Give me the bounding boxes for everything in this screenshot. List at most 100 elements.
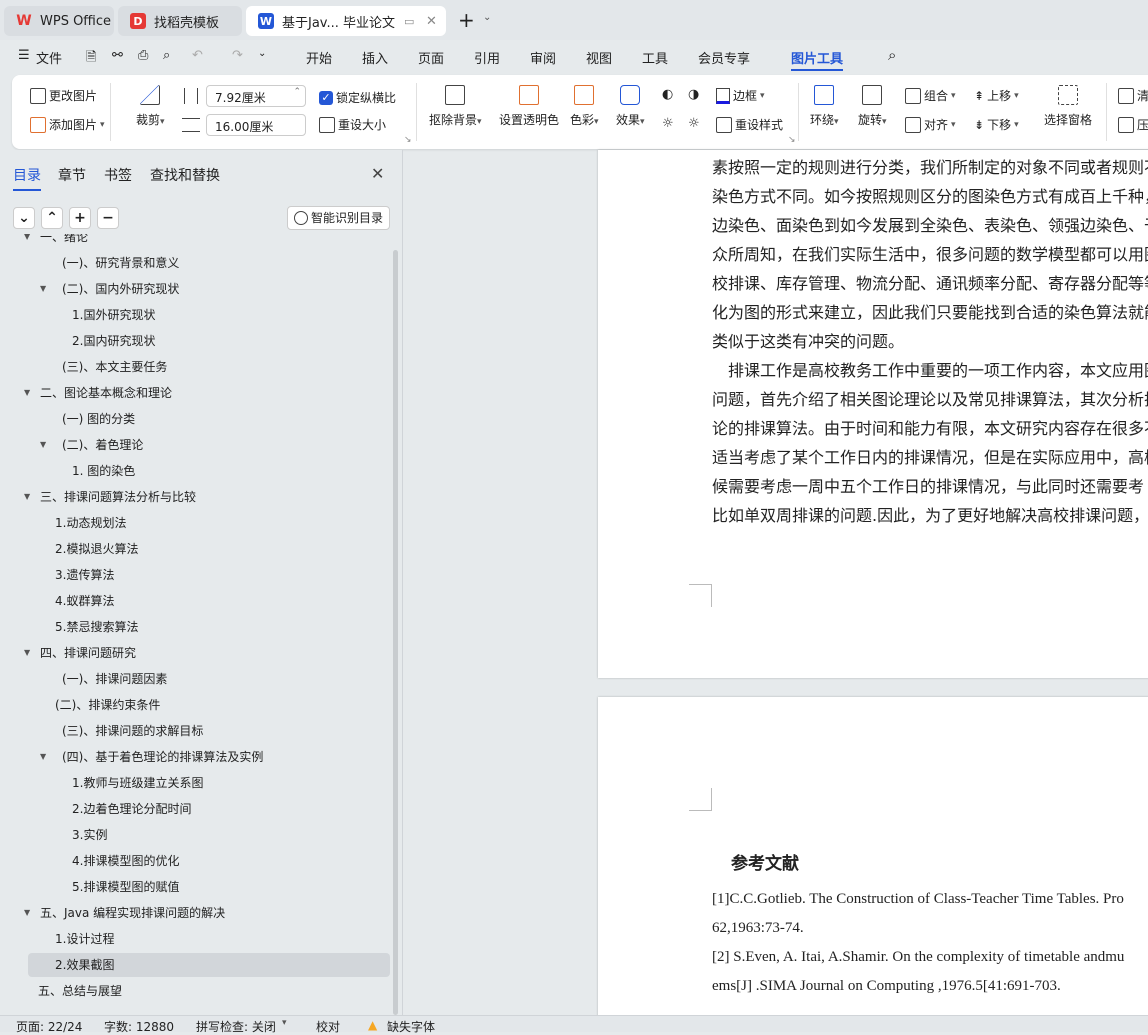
toc-item[interactable]: 1.国外研究现状 xyxy=(28,303,390,327)
expand-down-button[interactable]: ⌄ xyxy=(13,207,35,229)
toc-item[interactable]: 1.教师与班级建立关系图 xyxy=(28,771,390,795)
menu-1[interactable]: 插入 xyxy=(362,48,388,67)
print-icon[interactable]: ⎙ xyxy=(138,48,148,63)
expand-triangle-icon[interactable]: ▼ xyxy=(24,901,30,925)
toc-item[interactable]: (三)、本文主要任务 xyxy=(28,355,390,379)
expand-triangle-icon[interactable]: ▼ xyxy=(40,277,46,301)
menu-6[interactable]: 工具 xyxy=(642,48,668,67)
menu-7[interactable]: 会员专享 xyxy=(698,48,750,67)
tab-find-replace[interactable]: 查找和替换 xyxy=(150,165,220,185)
toc-item[interactable]: ▼ 一、绪论 xyxy=(24,234,390,249)
collapse-up-button[interactable]: ⌃ xyxy=(41,207,63,229)
bring-forward-button[interactable]: ⇞ 上移 ▾ xyxy=(974,87,1019,104)
document-page[interactable]: 素按照一定的规则进行分类，我们所制定的对象不同或者规则不 染色方式不同。如今按照规… xyxy=(598,150,1148,678)
toc-item[interactable]: (一)、研究背景和意义 xyxy=(28,251,390,275)
proofread-button[interactable]: 校对 xyxy=(316,1018,340,1035)
page-indicator[interactable]: 页面: 22/24 xyxy=(16,1018,82,1035)
compress-button[interactable]: 压 xyxy=(1118,116,1148,133)
change-picture-button[interactable]: 更改图片 xyxy=(30,87,97,104)
tab-wps-office[interactable]: W WPS Office xyxy=(4,6,114,36)
word-count[interactable]: 字数: 12880 xyxy=(104,1018,174,1035)
tab-toc[interactable]: 目录 xyxy=(13,165,41,191)
menu-8[interactable]: 图片工具 xyxy=(791,48,844,71)
tab-chapters[interactable]: 章节 xyxy=(58,165,86,185)
selection-pane-button[interactable]: 选择窗格 xyxy=(1044,85,1092,128)
search-icon[interactable]: ⌕ xyxy=(888,46,896,64)
dialog-launcher-icon[interactable]: ↘ xyxy=(404,135,412,145)
share-icon[interactable]: ⚯ xyxy=(112,48,123,63)
toc-item[interactable]: ▼ (二)、着色理论 xyxy=(28,433,390,457)
print-preview-icon[interactable]: ⌕ xyxy=(163,48,170,63)
toc-item[interactable]: 3.遗传算法 xyxy=(28,563,390,587)
undo-icon[interactable]: ↶ xyxy=(192,48,203,63)
toc-item[interactable]: 4.排课模型图的优化 xyxy=(28,849,390,873)
effect-button[interactable]: 效果▾ xyxy=(616,85,645,128)
expand-triangle-icon[interactable]: ▼ xyxy=(24,641,30,665)
toc-item[interactable]: (二)、排课约束条件 xyxy=(28,693,390,717)
group-button[interactable]: 组合 ▾ xyxy=(905,87,956,104)
save-icon[interactable]: 🗎 xyxy=(86,48,96,70)
toc-item[interactable]: 3.实例 xyxy=(28,823,390,847)
expand-triangle-icon[interactable]: ▼ xyxy=(24,381,30,405)
toc-item[interactable]: 2.模拟退火算法 xyxy=(28,537,390,561)
toc-item[interactable]: ▼ 五、Java 编程实现排课问题的解决 xyxy=(24,901,390,925)
toc-item[interactable]: 4.蚁群算法 xyxy=(28,589,390,613)
toc-item[interactable]: 1.动态规划法 xyxy=(28,511,390,535)
height-input[interactable]: 7.92厘米 ⌃ xyxy=(206,85,306,107)
toc-item[interactable]: (一)、排课问题因素 xyxy=(28,667,390,691)
decrease-contrast-icon[interactable]: ◑ xyxy=(688,87,699,102)
dialog-launcher-icon[interactable]: ↘ xyxy=(788,135,796,145)
tab-template[interactable]: D 找稻壳模板 xyxy=(118,6,242,36)
add-picture-button[interactable]: 添加图片 ▾ xyxy=(30,116,105,133)
remove-background-button[interactable]: 抠除背景▾ xyxy=(429,85,482,128)
tab-document[interactable]: W 基于Jav... 毕业论文 ▭ ✕ xyxy=(246,6,446,36)
chevron-down-icon[interactable]: ⌄ xyxy=(483,12,491,23)
expand-triangle-icon[interactable]: ▼ xyxy=(40,433,46,457)
menu-file[interactable]: 文件 xyxy=(36,48,62,67)
document-page[interactable]: 参考文献 [1]C.C.Gotlieb. The Construction of… xyxy=(598,697,1148,1027)
reset-size-button[interactable]: 重设大小 xyxy=(319,116,386,133)
toc-item[interactable]: (一) 图的分类 xyxy=(28,407,390,431)
toc-item[interactable]: 5.排课模型图的赋值 xyxy=(28,875,390,899)
lock-ratio-checkbox[interactable]: ✓ 锁定纵横比 xyxy=(319,89,396,106)
expand-triangle-icon[interactable]: ▼ xyxy=(24,234,30,249)
toc-item[interactable]: ▼ 二、图论基本概念和理论 xyxy=(24,381,390,405)
width-input[interactable]: 16.00厘米 xyxy=(206,114,306,136)
toc-item[interactable]: 2.边着色理论分配时间 xyxy=(28,797,390,821)
toc-item[interactable]: (三)、排课问题的求解目标 xyxy=(28,719,390,743)
toc-item[interactable]: ▼ 三、排课问题算法分析与比较 xyxy=(24,485,390,509)
wrap-button[interactable]: 环绕▾ xyxy=(810,85,839,128)
rotate-button[interactable]: 旋转▾ xyxy=(858,85,887,128)
crop-button[interactable]: 裁剪▾ xyxy=(136,85,165,128)
menu-5[interactable]: 视图 xyxy=(586,48,612,67)
toc-item[interactable]: ▼ (四)、基于着色理论的排课算法及实例 xyxy=(28,745,390,769)
toc-item[interactable]: ▼ 四、排课问题研究 xyxy=(24,641,390,665)
spell-check-toggle[interactable]: 拼写检查: 关闭 xyxy=(196,1018,276,1035)
hamburger-icon[interactable]: ☰ xyxy=(18,48,30,63)
toc-item[interactable]: 1. 图的染色 xyxy=(28,459,390,483)
menu-3[interactable]: 引用 xyxy=(474,48,500,67)
more-chevron-icon[interactable]: ⌄ xyxy=(258,48,266,59)
border-button[interactable]: 边框 ▾ xyxy=(716,87,765,104)
toc-item[interactable]: 2.效果截图 xyxy=(28,953,390,977)
expand-triangle-icon[interactable]: ▼ xyxy=(24,485,30,509)
new-tab-icon[interactable]: + xyxy=(458,8,475,32)
close-icon[interactable]: ✕ xyxy=(371,164,384,183)
toc-item[interactable]: 五、总结与展望 xyxy=(28,979,390,1003)
chevron-down-icon[interactable]: ▾ xyxy=(282,1018,287,1028)
toc-item[interactable]: 1.设计过程 xyxy=(28,927,390,951)
increase-brightness-icon[interactable]: ☼ xyxy=(662,116,674,131)
decrease-brightness-icon[interactable]: ☼ xyxy=(688,116,700,131)
close-tab-icon[interactable]: ✕ xyxy=(426,14,437,29)
menu-4[interactable]: 审阅 xyxy=(530,48,556,67)
toc-item[interactable]: ▼ (二)、国内外研究现状 xyxy=(28,277,390,301)
missing-font-button[interactable]: 缺失字体 xyxy=(387,1018,435,1035)
smart-toc-button[interactable]: 智能识别目录 xyxy=(287,206,390,230)
menu-2[interactable]: 页面 xyxy=(418,48,444,67)
align-button[interactable]: 对齐 ▾ xyxy=(905,116,956,133)
window-icon[interactable]: ▭ xyxy=(404,15,414,28)
increase-contrast-icon[interactable]: ◐ xyxy=(662,87,673,102)
remove-level-button[interactable]: − xyxy=(97,207,119,229)
toc-item[interactable]: 5.禁忌搜索算法 xyxy=(28,615,390,639)
menu-0[interactable]: 开始 xyxy=(306,48,332,67)
